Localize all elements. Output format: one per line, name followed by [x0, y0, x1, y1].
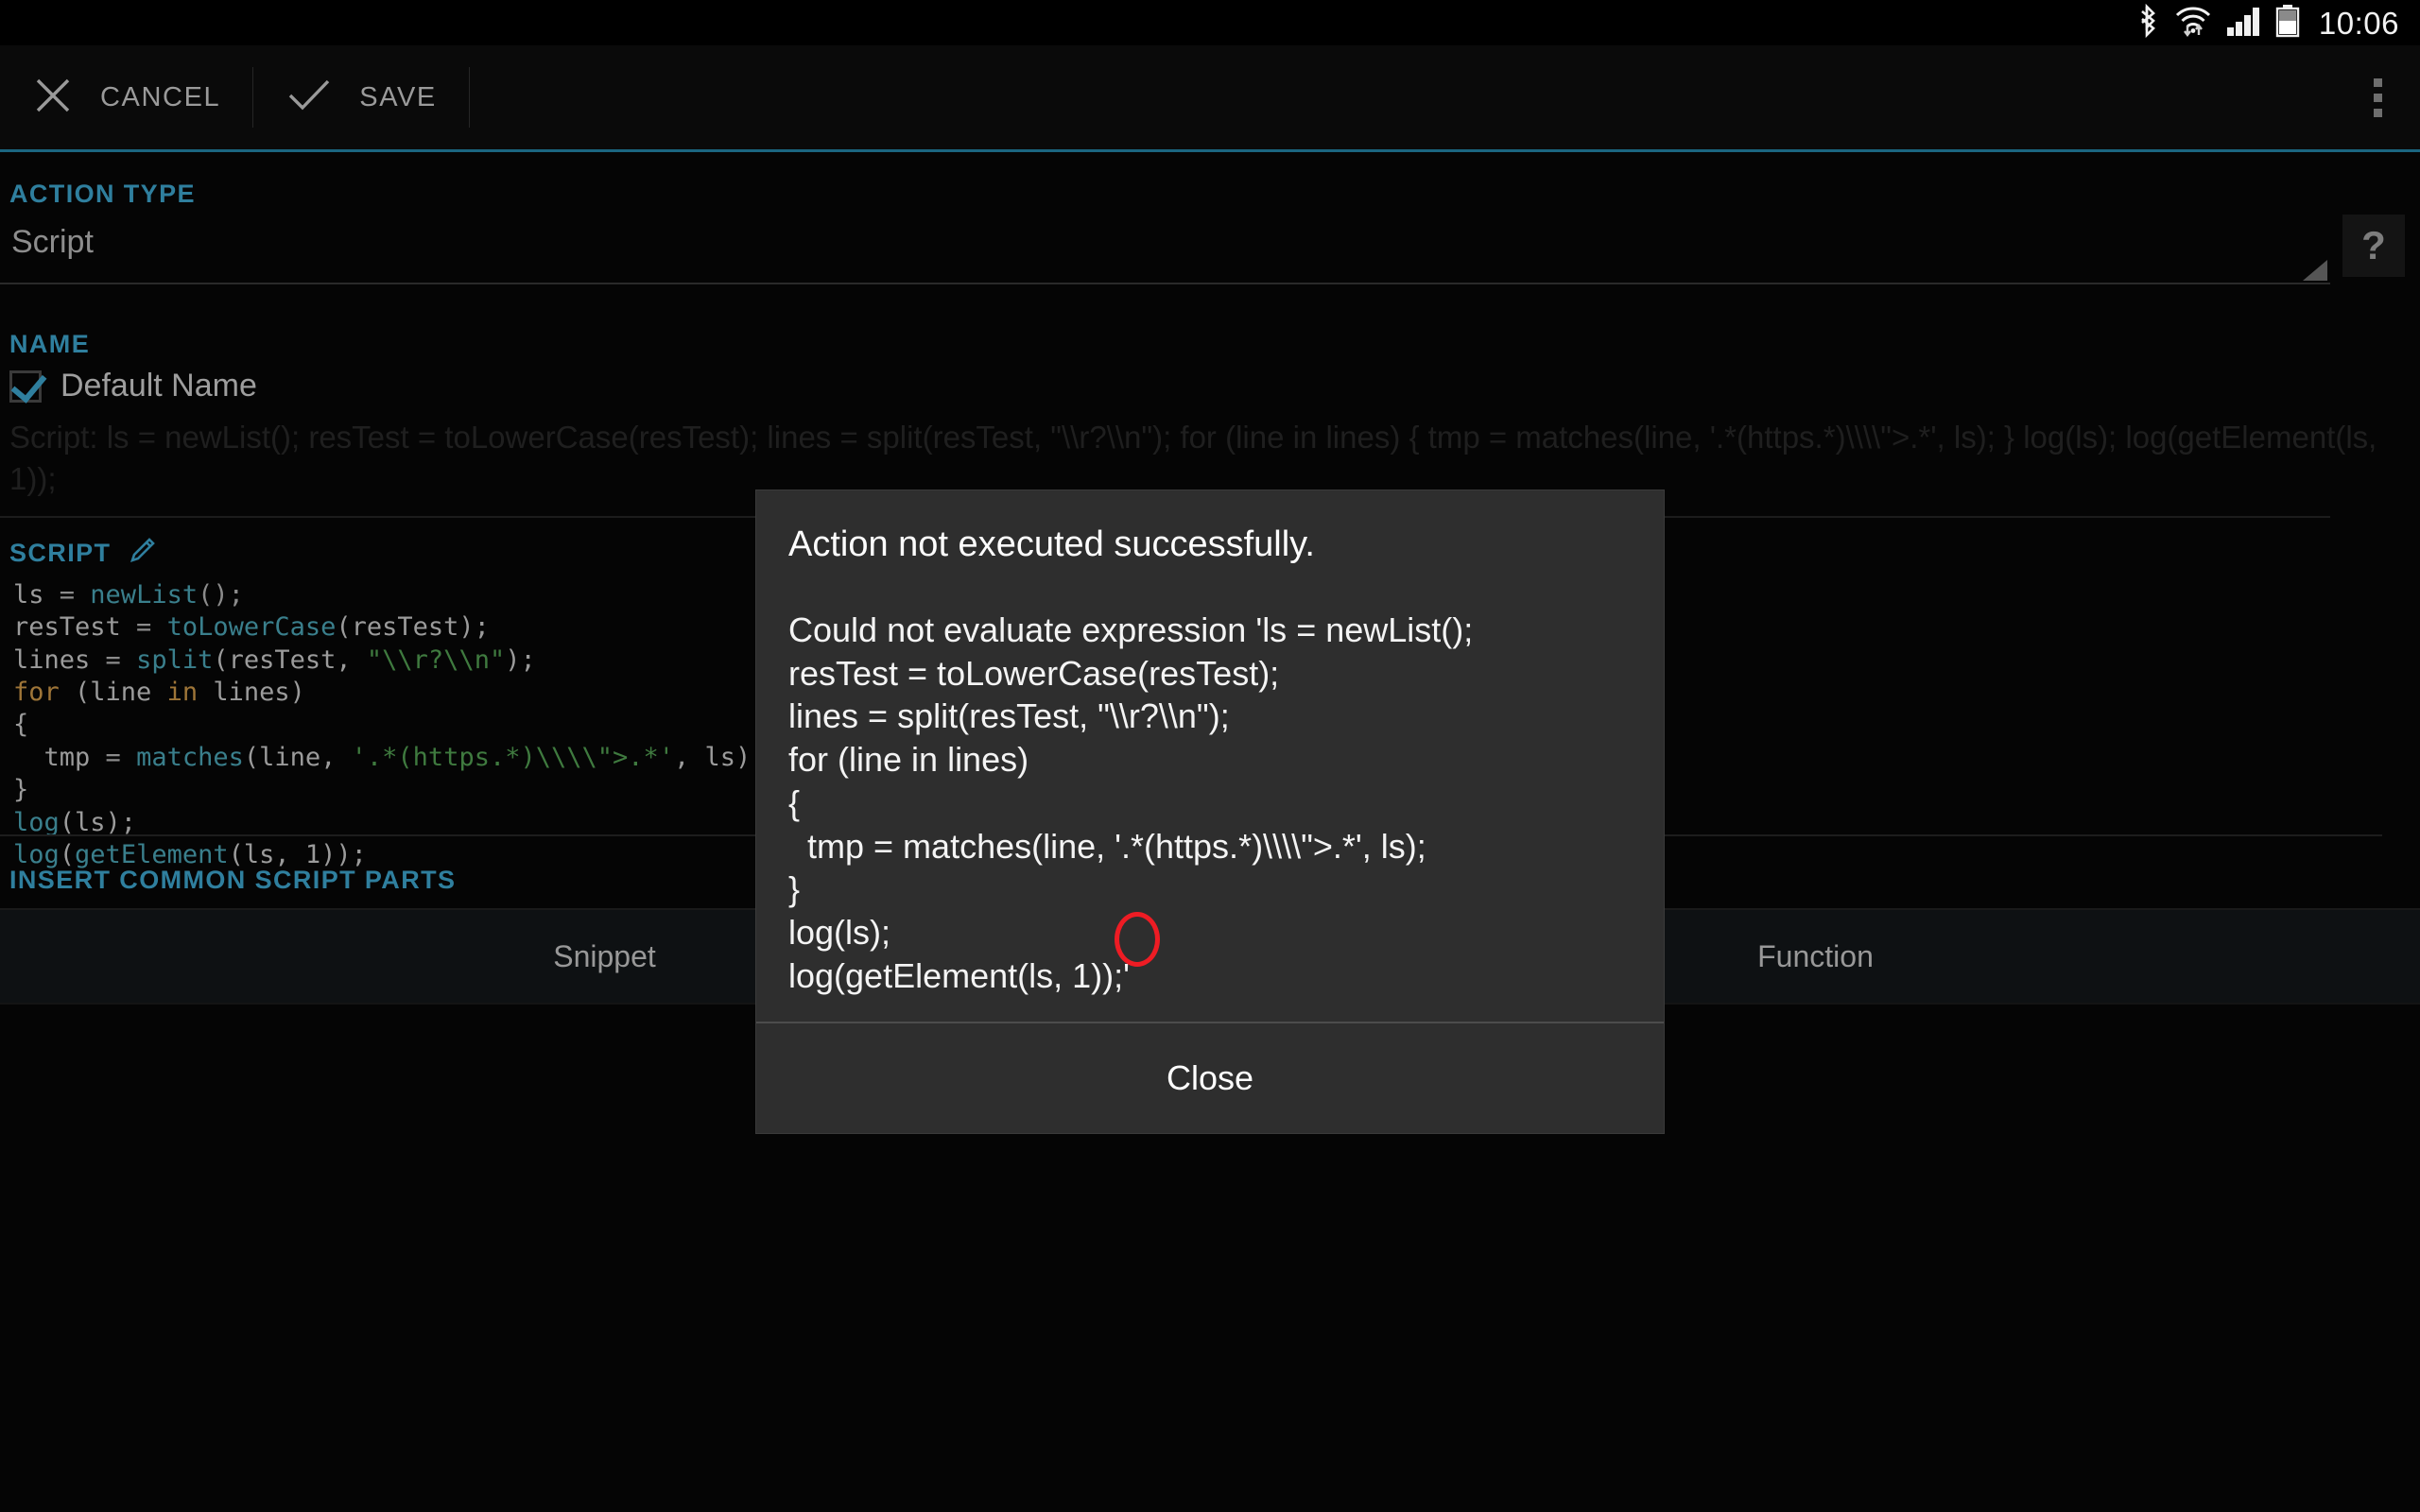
dialog-scrim[interactable]: Action not executed successfully. Could … — [0, 0, 2420, 1512]
error-dialog: Action not executed successfully. Could … — [756, 490, 1664, 1133]
dialog-close-button-label: Close — [1167, 1058, 1253, 1098]
dialog-title: Action not executed successfully. — [788, 524, 1632, 565]
dialog-message: Could not evaluate expression 'ls = newL… — [788, 609, 1632, 997]
dialog-close-button[interactable]: Close — [756, 1023, 1664, 1133]
dialog-body: Action not executed successfully. Could … — [756, 490, 1664, 1022]
